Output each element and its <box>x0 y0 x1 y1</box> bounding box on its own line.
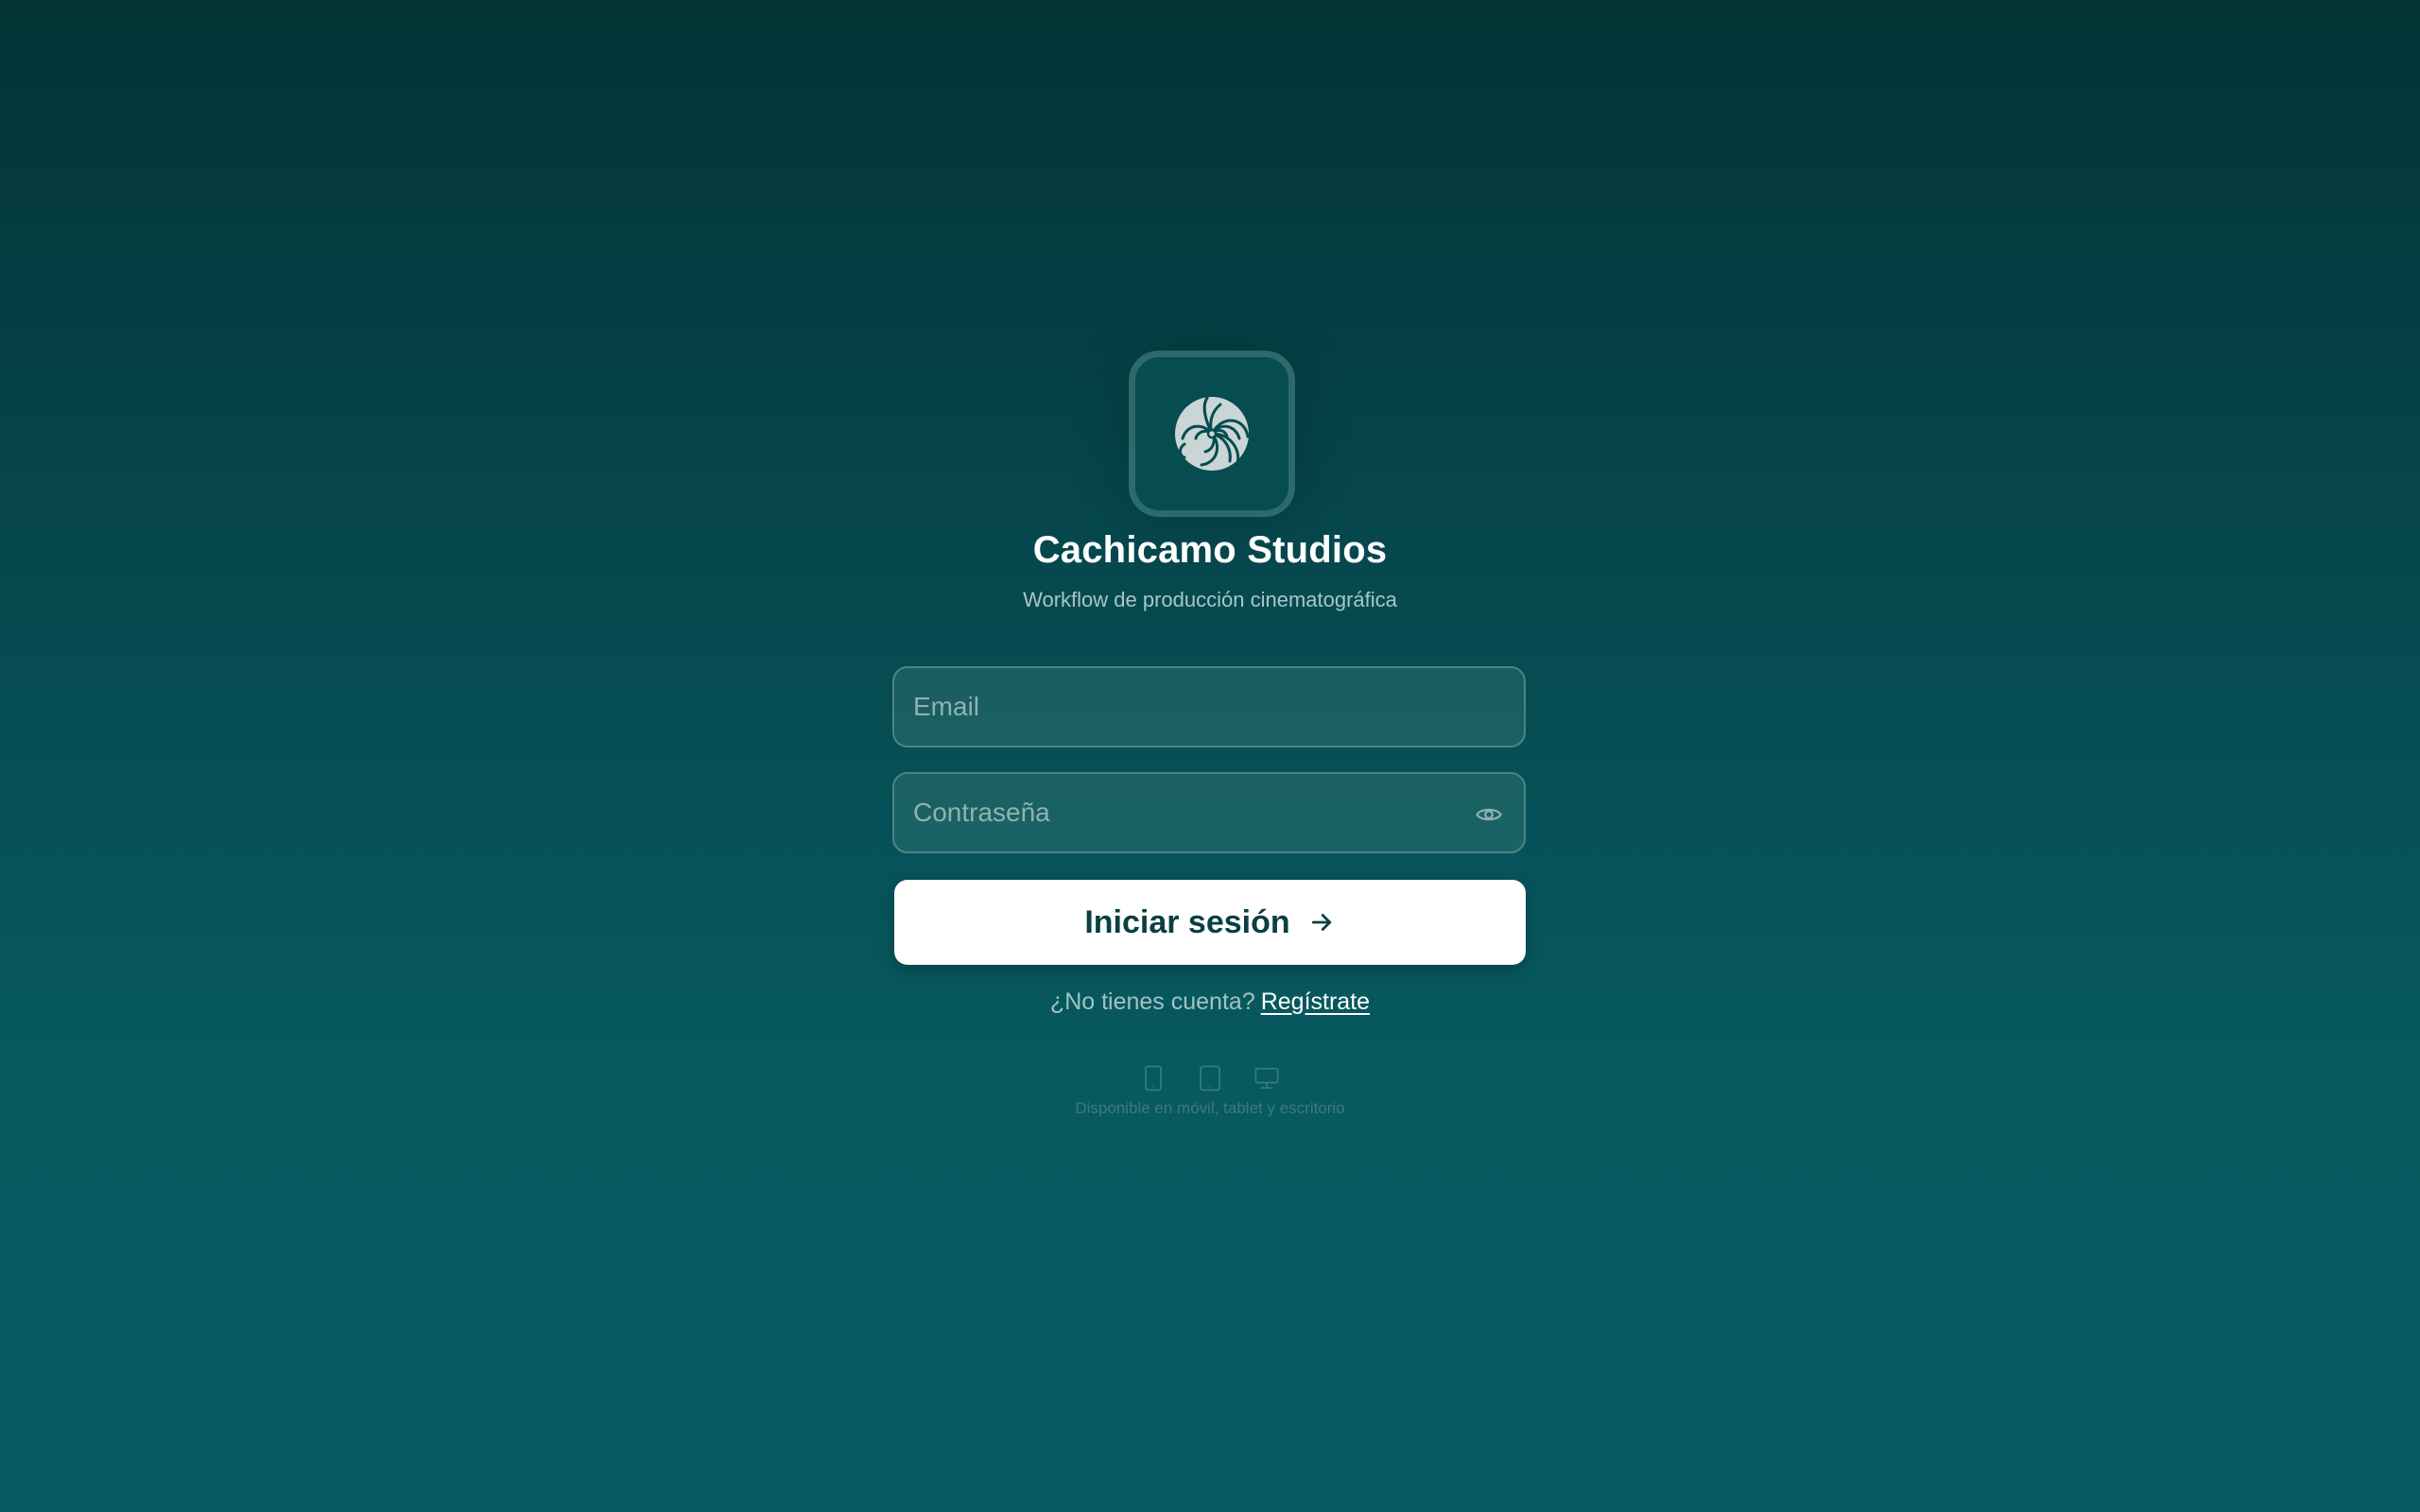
availability-caption: Disponible en móvil, tablet y escritorio <box>1075 1099 1345 1117</box>
login-submit-label: Iniciar sesión <box>1084 903 1290 940</box>
armadillo-swirl-logo-icon <box>1175 396 1250 471</box>
brand-title: Cachicamo Studios <box>1032 529 1388 571</box>
signup-prompt-line: ¿No tienes cuenta? Regístrate <box>0 988 2420 1016</box>
login-submit-button[interactable]: Iniciar sesión <box>894 880 1526 965</box>
email-field[interactable] <box>894 668 1524 746</box>
device-availability-icons <box>0 1064 2420 1092</box>
register-link[interactable]: Regístrate <box>1261 988 1370 1015</box>
password-field-container <box>892 772 1526 853</box>
brand-tagline: Workflow de producción cinematográfica <box>1023 588 1397 611</box>
toggle-password-visibility-button[interactable] <box>1473 799 1505 831</box>
tablet-icon <box>1198 1064 1222 1092</box>
password-field[interactable] <box>894 774 1524 851</box>
eye-icon <box>1476 808 1502 821</box>
login-screen: Cachicamo Studios Workflow de producción… <box>0 0 2420 1512</box>
signup-prompt-text: ¿No tienes cuenta? <box>1049 988 1255 1015</box>
email-field-container <box>892 666 1526 747</box>
arrow-right-icon <box>1307 908 1336 936</box>
smartphone-icon <box>1141 1064 1166 1092</box>
app-logo <box>1129 351 1295 517</box>
desktop-icon <box>1254 1064 1279 1092</box>
